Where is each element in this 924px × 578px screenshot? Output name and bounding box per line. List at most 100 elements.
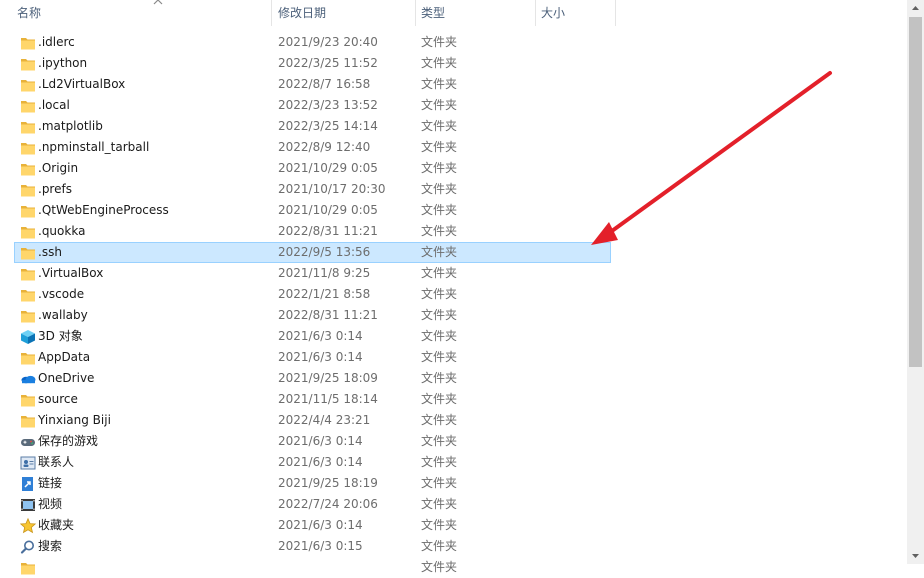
- file-type: 文件夹: [421, 161, 458, 175]
- folder-icon: [19, 55, 37, 73]
- file-row[interactable]: .matplotlib 2022/3/25 14:14 文件夹: [14, 116, 611, 137]
- file-date: 2021/9/23 20:40: [278, 35, 378, 49]
- column-header-type[interactable]: 类型: [421, 0, 536, 26]
- file-row[interactable]: 3D 对象 2021/6/3 0:14 文件夹: [14, 326, 611, 347]
- file-row[interactable]: .ssh 2022/9/5 13:56 文件夹: [14, 242, 611, 263]
- onedrive-icon: [19, 370, 37, 388]
- file-name: .local: [38, 98, 70, 112]
- file-type: 文件夹: [421, 329, 458, 343]
- file-date: 2021/6/3 0:14: [278, 350, 363, 364]
- file-date: 2022/3/23 13:52: [278, 98, 378, 112]
- videos-icon: [19, 496, 37, 514]
- column-header-name[interactable]: 名称: [17, 0, 272, 26]
- folder-icon: [19, 286, 37, 304]
- file-name: Yinxiang Biji: [38, 413, 111, 427]
- file-row[interactable]: .quokka 2022/8/31 11:21 文件夹: [14, 221, 611, 242]
- file-row[interactable]: .prefs 2021/10/17 20:30 文件夹: [14, 179, 611, 200]
- file-row[interactable]: 联系人 2021/6/3 0:14 文件夹: [14, 452, 611, 473]
- file-name: 收藏夹: [38, 518, 75, 532]
- file-row[interactable]: 搜索 2021/6/3 0:15 文件夹: [14, 536, 611, 557]
- file-row[interactable]: .QtWebEngineProcess 2021/10/29 0:05 文件夹: [14, 200, 611, 221]
- file-row[interactable]: 文件夹: [14, 557, 611, 578]
- file-size: [541, 138, 611, 157]
- file-date: 2021/11/8 9:25: [278, 266, 371, 280]
- file-name: .npminstall_tarball: [38, 140, 150, 154]
- file-type: 文件夹: [421, 56, 458, 70]
- file-size: [541, 264, 611, 283]
- file-type: 文件夹: [421, 266, 458, 280]
- column-header-date[interactable]: 修改日期: [278, 0, 416, 26]
- file-size: [541, 75, 611, 94]
- folder-icon: [19, 307, 37, 325]
- file-size: [541, 96, 611, 115]
- file-row[interactable]: .npminstall_tarball 2022/8/9 12:40 文件夹: [14, 137, 611, 158]
- links-icon: [19, 475, 37, 493]
- vertical-scrollbar[interactable]: [907, 0, 924, 564]
- file-size: [541, 243, 611, 262]
- folder-icon: [19, 34, 37, 52]
- file-date: 2022/8/9 12:40: [278, 140, 371, 154]
- folder-icon: [19, 160, 37, 178]
- file-type: 文件夹: [421, 140, 458, 154]
- file-row[interactable]: 链接 2021/9/25 18:19 文件夹: [14, 473, 611, 494]
- file-name: .QtWebEngineProcess: [38, 203, 169, 217]
- file-name: [38, 558, 273, 577]
- file-size: [541, 180, 611, 199]
- file-type: 文件夹: [421, 560, 458, 574]
- scroll-down-arrow-icon[interactable]: [907, 547, 924, 564]
- file-name: .ipython: [38, 56, 88, 70]
- file-type: 文件夹: [421, 308, 458, 322]
- file-row[interactable]: .ipython 2022/3/25 11:52 文件夹: [14, 53, 611, 74]
- file-name: 3D 对象: [38, 329, 83, 343]
- folder-icon: [19, 412, 37, 430]
- file-name: .vscode: [38, 287, 85, 301]
- file-row[interactable]: OneDrive 2021/9/25 18:09 文件夹: [14, 368, 611, 389]
- folder-icon: [19, 202, 37, 220]
- file-type: 文件夹: [421, 434, 458, 448]
- file-date: 2021/6/3 0:15: [278, 539, 363, 553]
- file-date: 2022/8/31 11:21: [278, 224, 378, 238]
- file-row[interactable]: 视频 2022/7/24 20:06 文件夹: [14, 494, 611, 515]
- file-row[interactable]: .Origin 2021/10/29 0:05 文件夹: [14, 158, 611, 179]
- file-date: 2021/10/29 0:05: [278, 161, 378, 175]
- file-row[interactable]: Yinxiang Biji 2022/4/4 23:21 文件夹: [14, 410, 611, 431]
- file-row[interactable]: source 2021/11/5 18:14 文件夹: [14, 389, 611, 410]
- file-row[interactable]: .local 2022/3/23 13:52 文件夹: [14, 95, 611, 116]
- file-name: .idlerc: [38, 35, 75, 49]
- sort-ascending-icon: [153, 0, 163, 5]
- file-size: [541, 348, 611, 367]
- file-row[interactable]: AppData 2021/6/3 0:14 文件夹: [14, 347, 611, 368]
- file-row[interactable]: .idlerc 2021/9/23 20:40 文件夹: [14, 32, 611, 53]
- file-name: .Origin: [38, 161, 79, 175]
- file-type: 文件夹: [421, 245, 458, 259]
- file-row[interactable]: 保存的游戏 2021/6/3 0:14 文件夹: [14, 431, 611, 452]
- file-date: 2021/9/25 18:09: [278, 371, 378, 385]
- folder-icon: [19, 223, 37, 241]
- file-name: OneDrive: [38, 371, 95, 385]
- folder-icon: [19, 349, 37, 367]
- file-name: .matplotlib: [38, 119, 103, 133]
- column-header-size[interactable]: 大小: [541, 0, 616, 26]
- file-row[interactable]: .Ld2VirtualBox 2022/8/7 16:58 文件夹: [14, 74, 611, 95]
- file-type: 文件夹: [421, 203, 458, 217]
- folder-icon: [19, 559, 37, 577]
- file-date: 2021/9/25 18:19: [278, 476, 378, 490]
- folder-icon: [19, 244, 37, 262]
- folder-icon: [19, 391, 37, 409]
- file-row[interactable]: 收藏夹 2021/6/3 0:14 文件夹: [14, 515, 611, 536]
- file-size: [541, 222, 611, 241]
- file-size: [541, 159, 611, 178]
- scroll-up-arrow-icon[interactable]: [907, 0, 924, 17]
- column-header-bar: 名称 修改日期 类型 大小: [0, 0, 907, 26]
- file-type: 文件夹: [421, 350, 458, 364]
- file-name: .prefs: [38, 182, 72, 196]
- file-type: 文件夹: [421, 77, 458, 91]
- file-row[interactable]: .vscode 2022/1/21 8:58 文件夹: [14, 284, 611, 305]
- file-type: 文件夹: [421, 476, 458, 490]
- file-size: [541, 495, 611, 514]
- file-row[interactable]: .VirtualBox 2021/11/8 9:25 文件夹: [14, 263, 611, 284]
- scrollbar-thumb[interactable]: [909, 17, 922, 367]
- file-row[interactable]: .wallaby 2022/8/31 11:21 文件夹: [14, 305, 611, 326]
- file-date: 2021/6/3 0:14: [278, 434, 363, 448]
- file-date: 2022/3/25 11:52: [278, 56, 378, 70]
